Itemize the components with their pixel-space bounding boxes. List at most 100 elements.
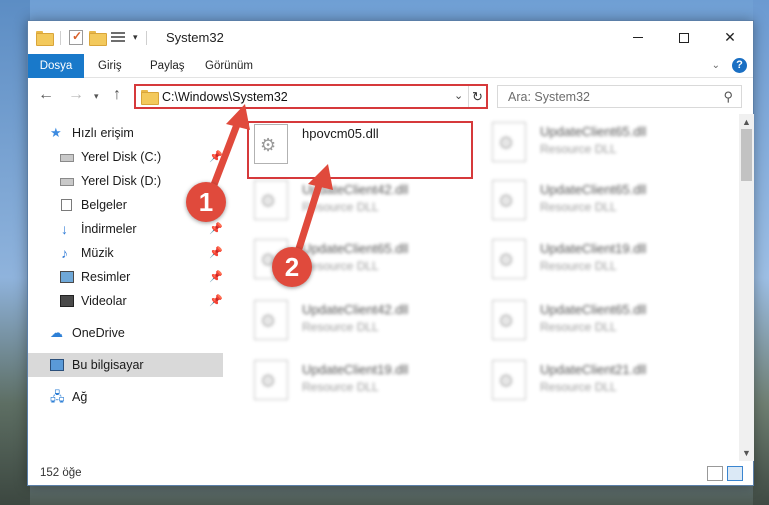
dll-file-icon xyxy=(492,122,526,162)
vertical-scrollbar[interactable]: ▲ ▼ xyxy=(739,114,754,461)
documents-icon xyxy=(61,199,72,211)
sidebar-item-downloads[interactable]: ↓ İndirmeler 📌 xyxy=(28,217,223,241)
computer-icon xyxy=(50,359,64,371)
details-view-icon[interactable] xyxy=(707,466,723,481)
search-icon[interactable]: ⚲ xyxy=(723,89,733,105)
recent-locations-icon[interactable]: ▾ xyxy=(94,91,99,102)
star-icon: ★ xyxy=(50,125,62,140)
quick-access-toolbar: ▾ xyxy=(36,29,149,46)
file-type: Resource DLL xyxy=(302,380,379,394)
toolbar-dropdown-icon[interactable]: ▾ xyxy=(133,32,138,43)
tab-file[interactable]: Dosya xyxy=(28,54,84,78)
dll-file-icon xyxy=(254,300,288,340)
file-name: UpdateClient19.dll xyxy=(540,241,647,256)
file-name: UpdateClient21.dll xyxy=(540,362,647,377)
up-arrow-icon[interactable]: ↑ xyxy=(113,86,121,104)
sidebar-item-videos[interactable]: Videolar 📌 xyxy=(28,289,223,313)
window-title: System32 xyxy=(166,30,224,45)
expand-ribbon-icon[interactable]: ⌄ xyxy=(712,60,720,71)
dll-file-icon xyxy=(492,360,526,400)
music-note-icon: ♪ xyxy=(61,245,68,261)
item-count: 152 öğe xyxy=(40,467,82,479)
properties-check-icon[interactable] xyxy=(69,29,83,45)
address-path[interactable]: C:\Windows\System32 xyxy=(162,90,288,104)
forward-arrow-icon[interactable]: → xyxy=(68,86,84,104)
file-name: UpdateClient42.dll xyxy=(302,182,409,197)
customize-toolbar-icon[interactable] xyxy=(111,31,127,44)
sidebar-item-music[interactable]: ♪ Müzik 📌 xyxy=(28,241,223,265)
sidebar-item-onedrive[interactable]: ☁ OneDrive xyxy=(28,321,223,345)
file-item[interactable]: UpdateClient42.dll Resource DLL xyxy=(250,176,470,232)
file-name: UpdateClient65.dll xyxy=(540,124,647,139)
callout-step-two: 2 xyxy=(272,247,312,287)
window-controls: ✕ xyxy=(615,21,753,54)
search-placeholder: Ara: System32 xyxy=(508,90,590,104)
desktop-background-left xyxy=(0,0,30,505)
folder-icon xyxy=(141,90,159,105)
sidebar-item-label: Yerel Disk (D:) xyxy=(81,174,162,188)
minimize-icon xyxy=(633,37,643,38)
folder-icon xyxy=(36,31,54,46)
drive-icon xyxy=(60,154,74,162)
sidebar-item-label: Ağ xyxy=(72,390,88,404)
refresh-icon[interactable]: ↻ xyxy=(468,86,486,107)
help-icon[interactable]: ? xyxy=(732,58,747,73)
scrollbar-thumb[interactable] xyxy=(741,129,752,181)
scroll-up-icon[interactable]: ▲ xyxy=(742,117,751,127)
pin-icon[interactable]: 📌 xyxy=(209,289,223,313)
video-icon xyxy=(60,295,74,307)
download-arrow-icon: ↓ xyxy=(61,221,68,237)
pin-icon[interactable]: 📌 xyxy=(209,145,223,169)
explorer-window: ▾ System32 ✕ Dosya Giriş Paylaş Görünüm … xyxy=(27,20,754,486)
file-item[interactable]: UpdateClient21.dll Resource DLL xyxy=(488,356,708,412)
file-item[interactable]: UpdateClient65.dll Resource DLL xyxy=(488,176,708,232)
sidebar-item-drive-c[interactable]: Yerel Disk (C:) 📌 xyxy=(28,145,223,169)
address-dropdown-icon[interactable]: ⌄ xyxy=(454,89,463,102)
desktop-background-right xyxy=(753,0,769,505)
close-icon: ✕ xyxy=(724,29,736,45)
scroll-down-icon[interactable]: ▼ xyxy=(742,448,751,458)
file-type: Resource DLL xyxy=(540,320,617,334)
file-item[interactable]: UpdateClient42.dll Resource DLL xyxy=(250,296,470,352)
search-input[interactable]: Ara: System32 ⚲ xyxy=(497,85,742,108)
sidebar-item-label: Resimler xyxy=(81,270,131,284)
tab-share[interactable]: Paylaş xyxy=(150,54,185,78)
file-item[interactable]: UpdateClient19.dll Resource DLL xyxy=(250,356,470,412)
drive-icon xyxy=(60,178,74,186)
title-bar: ▾ System32 ✕ xyxy=(28,21,753,54)
sidebar-item-quick-access[interactable]: ★ Hızlı erişim xyxy=(28,121,223,145)
file-item[interactable]: UpdateClient65.dll Resource DLL xyxy=(488,118,708,174)
sidebar-item-label: Belgeler xyxy=(81,198,127,212)
file-name: UpdateClient65.dll xyxy=(540,302,647,317)
pin-icon[interactable]: 📌 xyxy=(209,241,223,265)
file-name: UpdateClient65.dll xyxy=(302,241,409,256)
sidebar-item-label: İndirmeler xyxy=(81,222,137,236)
dll-file-icon xyxy=(254,360,288,400)
new-folder-icon[interactable] xyxy=(89,31,107,46)
file-type: Resource DLL xyxy=(540,200,617,214)
file-type: Resource DLL xyxy=(540,380,617,394)
file-item[interactable]: UpdateClient19.dll Resource DLL xyxy=(488,235,708,291)
file-type: Resource DLL xyxy=(302,259,379,273)
sidebar-item-pictures[interactable]: Resimler 📌 xyxy=(28,265,223,289)
tab-home[interactable]: Giriş xyxy=(98,54,122,78)
dll-file-icon xyxy=(492,300,526,340)
back-arrow-icon[interactable]: ← xyxy=(38,86,54,104)
pin-icon[interactable]: 📌 xyxy=(209,265,223,289)
navigation-bar: ← → ▾ ↑ C:\Windows\System32 ⌄ ↻ Ara: Sys… xyxy=(28,78,753,114)
sidebar-item-label: Videolar xyxy=(81,294,127,308)
large-icons-view-icon[interactable] xyxy=(727,466,743,481)
file-item[interactable]: UpdateClient65.dll Resource DLL xyxy=(488,296,708,352)
sidebar-item-this-pc[interactable]: Bu bilgisayar xyxy=(28,353,223,377)
toolbar-separator xyxy=(60,30,61,45)
maximize-button[interactable] xyxy=(661,21,707,54)
minimize-button[interactable] xyxy=(615,21,661,54)
pictures-icon xyxy=(60,271,74,283)
address-bar[interactable]: C:\Windows\System32 ⌄ ↻ xyxy=(134,84,488,109)
toolbar-separator xyxy=(145,30,147,45)
file-name: UpdateClient19.dll xyxy=(302,362,409,377)
close-button[interactable]: ✕ xyxy=(707,21,753,54)
view-switcher xyxy=(707,466,743,481)
tab-view[interactable]: Görünüm xyxy=(205,54,253,78)
sidebar-item-network[interactable]: 🖧 Ağ xyxy=(28,385,223,409)
